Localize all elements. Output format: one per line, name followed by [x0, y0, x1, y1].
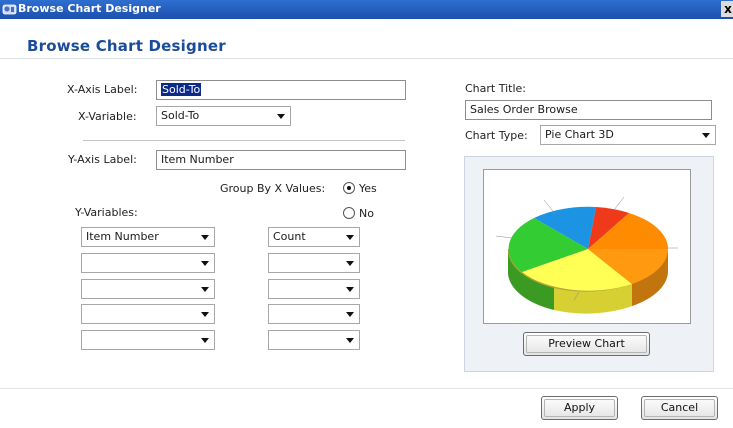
group-by-no-label: No: [359, 207, 374, 220]
y-variable-value-1: Item Number: [86, 230, 159, 243]
apply-button[interactable]: Apply: [541, 396, 618, 420]
chevron-down-icon: [201, 235, 209, 240]
window-titlebar: Browse Chart Designer x: [0, 0, 733, 19]
y-variable-select-1[interactable]: Item Number: [81, 227, 215, 247]
page-title: Browse Chart Designer: [27, 37, 226, 55]
apply-label: Apply: [563, 401, 596, 414]
group-by-caption: Group By X Values:: [220, 182, 326, 195]
y-aggregate-value-1: Count: [273, 230, 306, 243]
y-aggregate-select-4[interactable]: [268, 304, 360, 324]
window-title: Browse Chart Designer: [18, 2, 161, 15]
y-variable-select-4[interactable]: [81, 304, 215, 324]
chart-type-caption: Chart Type:: [465, 129, 528, 142]
x-axis-label-caption: X-Axis Label:: [67, 83, 138, 96]
y-variable-select-5[interactable]: [81, 330, 215, 350]
y-variable-select-3[interactable]: [81, 279, 215, 299]
chart-title-input[interactable]: Sales Order Browse: [465, 100, 712, 120]
chevron-down-icon: [346, 287, 354, 292]
chevron-down-icon: [346, 261, 354, 266]
x-variable-caption: X-Variable:: [78, 110, 137, 123]
y-axis-label-caption: Y-Axis Label:: [68, 153, 137, 166]
chart-type-select[interactable]: Pie Chart 3D: [540, 125, 716, 145]
chart-title-caption: Chart Title:: [465, 82, 527, 95]
cancel-button[interactable]: Cancel: [641, 396, 718, 420]
chevron-down-icon: [277, 114, 285, 119]
dialog-footer: [0, 388, 733, 428]
x-variable-select[interactable]: Sold-To: [156, 106, 291, 126]
cancel-label: Cancel: [660, 401, 699, 414]
preview-chart-button[interactable]: Preview Chart: [523, 332, 650, 356]
y-aggregate-select-3[interactable]: [268, 279, 360, 299]
section-divider: [83, 140, 405, 141]
group-by-yes-label: Yes: [359, 182, 377, 195]
chevron-down-icon: [201, 261, 209, 266]
chart-app-icon: [2, 4, 17, 15]
y-aggregate-select-2[interactable]: [268, 253, 360, 273]
y-aggregate-select-5[interactable]: [268, 330, 360, 350]
x-axis-label-value: Sold-To: [161, 83, 202, 96]
chevron-down-icon: [346, 312, 354, 317]
chart-preview-thumbnail: [495, 196, 678, 314]
chevron-down-icon: [201, 312, 209, 317]
y-axis-label-input[interactable]: Item Number: [156, 150, 406, 170]
chart-type-value: Pie Chart 3D: [545, 128, 614, 141]
group-by-no-radio[interactable]: [343, 207, 355, 219]
y-variable-select-2[interactable]: [81, 253, 215, 273]
chevron-down-icon: [201, 287, 209, 292]
preview-chart-label: Preview Chart: [548, 337, 625, 350]
chart-title-value: Sales Order Browse: [470, 103, 578, 116]
chart-preview-frame: [483, 169, 691, 324]
close-icon[interactable]: x: [721, 1, 733, 17]
x-variable-value: Sold-To: [161, 109, 200, 122]
y-axis-label-value: Item Number: [161, 153, 234, 166]
header-band: Browse Chart Designer: [0, 19, 733, 58]
chevron-down-icon: [702, 133, 710, 138]
chevron-down-icon: [346, 235, 354, 240]
y-aggregate-select-1[interactable]: Count: [268, 227, 360, 247]
chevron-down-icon: [346, 338, 354, 343]
chevron-down-icon: [201, 338, 209, 343]
group-by-yes-radio[interactable]: [343, 182, 355, 194]
x-axis-label-input[interactable]: Sold-To: [156, 80, 406, 100]
y-variables-caption: Y-Variables:: [75, 206, 138, 219]
